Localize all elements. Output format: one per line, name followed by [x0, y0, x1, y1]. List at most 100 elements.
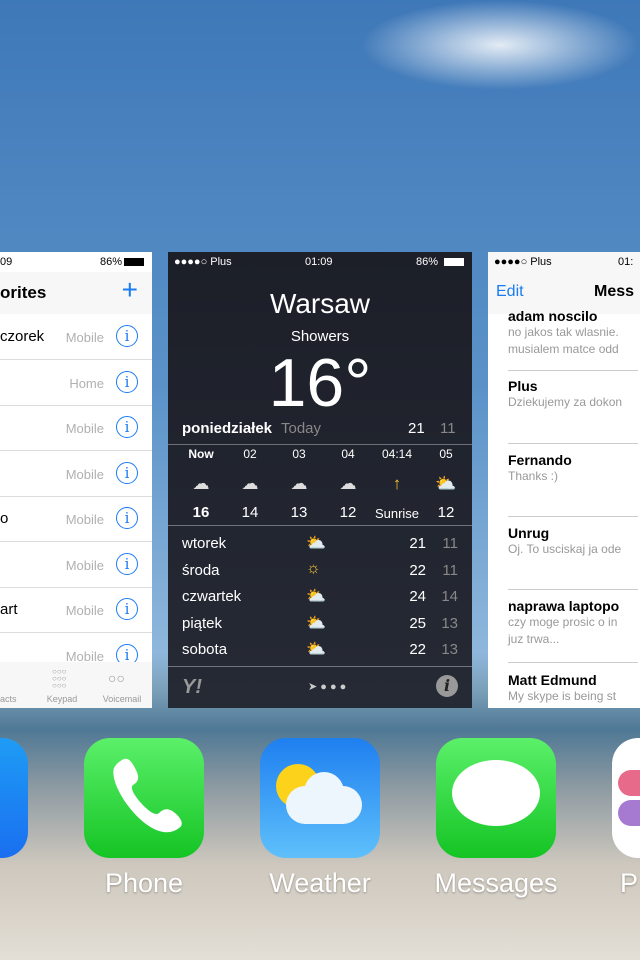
partly-cloudy-night-icon: ☁ — [290, 474, 308, 493]
sender-name: Unrug — [508, 525, 550, 541]
tab-voicemail[interactable]: Voicemail ○○ — [92, 662, 152, 708]
hour-temp: Sunrise — [374, 506, 420, 521]
edit-button[interactable]: Edit — [496, 283, 524, 301]
sky-cloud — [360, 0, 640, 90]
today-high: 21 — [408, 420, 425, 437]
info-icon[interactable]: i — [116, 598, 138, 620]
phone-handset-icon — [113, 758, 182, 833]
battery-percent: 86% — [415, 256, 438, 268]
hour-label: 04:14 — [381, 447, 413, 461]
messages-app-card[interactable]: ●●●●○ Plus 01: Edit Mess adam noscilo no … — [488, 252, 640, 708]
keypad-icon: ○○○ ○○○ ○○○ — [52, 667, 67, 690]
divider — [508, 589, 638, 590]
partly-sunny-icon: ⛅ — [306, 614, 326, 632]
favorite-row[interactable]: Home i — [0, 360, 152, 406]
city-name: Warsaw — [269, 288, 371, 319]
phone-app-card[interactable]: 09 86% orites + czorek Mobile i Home i Mobile… — [0, 252, 152, 708]
day-name: sobota — [182, 641, 228, 658]
info-icon[interactable]: i — [116, 507, 138, 529]
sunny-icon: ☼ — [306, 559, 321, 577]
sender-name: naprawa laptopo — [508, 598, 620, 614]
hour-temp: 12 — [437, 504, 455, 521]
day-high: 21 — [409, 535, 426, 552]
status-time: 01:09 — [305, 256, 333, 268]
message-preview: My skype is being st — [508, 689, 617, 703]
photos-app-label: P — [620, 868, 639, 898]
day-name: piątek — [182, 614, 223, 632]
today-low: 11 — [440, 420, 456, 437]
message-thread[interactable]: Unrug Oj. To usciskaj ja ode — [508, 525, 638, 558]
messages-app-icon[interactable] — [436, 738, 556, 858]
info-icon[interactable]: i — [116, 552, 138, 575]
page-title: orites — [0, 283, 47, 302]
info-icon[interactable]: i — [116, 461, 138, 484]
divider — [508, 370, 638, 371]
favorite-row[interactable]: o Mobile i — [0, 496, 152, 542]
info-button[interactable]: i — [436, 675, 458, 697]
phone-type: Mobile — [65, 421, 104, 436]
add-favorite-button[interactable]: + — [122, 274, 138, 306]
info-icon[interactable]: i — [116, 370, 138, 393]
message-thread[interactable]: adam noscilo no jakos tak wlasnie. musiale… — [508, 308, 638, 358]
divider — [168, 444, 472, 445]
photos-app-icon[interactable] — [612, 738, 640, 858]
contact-name: art — [0, 601, 18, 618]
sender-name: adam noscilo — [508, 308, 598, 324]
info-icon[interactable]: i — [116, 416, 138, 438]
status-time: 09 — [0, 256, 13, 268]
voicemail-icon: ○○ — [108, 670, 125, 686]
weather-app-card[interactable]: ●●●●○ Plus 01:09 86% Warsaw Showers 16° … — [168, 252, 472, 708]
yahoo-logo[interactable]: Y! — [182, 676, 202, 699]
sender-name: Matt Edmund — [508, 672, 597, 688]
tab-keypad[interactable]: Keypad ○○○ ○○○ ○○○ — [32, 662, 92, 708]
divider — [168, 525, 472, 526]
phone-type: Mobile — [65, 603, 104, 618]
sender-name: Fernando — [508, 452, 572, 468]
rain-cloud-icon: ☁ — [192, 474, 210, 493]
mail-app-icon[interactable] — [0, 738, 28, 858]
partly-sunny-icon: ⛅ — [306, 535, 326, 552]
hour-label: 02 — [243, 447, 257, 461]
message-preview: musialem matce odd — [508, 342, 619, 356]
tab-label: Keypad — [46, 694, 78, 704]
battery-percent: 86% — [99, 256, 122, 268]
day-high: 24 — [409, 588, 426, 605]
favorite-row[interactable]: czorek Mobile i — [0, 314, 152, 360]
hour-temp: 12 — [339, 504, 357, 521]
weather-app-icon[interactable] — [260, 738, 380, 858]
speech-bubble-icon — [452, 760, 540, 826]
cloud-icon-puff — [304, 772, 344, 812]
divider — [168, 666, 472, 667]
phone-type: Mobile — [65, 557, 104, 573]
favorite-row[interactable]: art Mobile i — [0, 587, 152, 633]
message-thread[interactable]: Fernando Thanks :) — [508, 452, 638, 485]
favorite-row[interactable]: Mobile i — [0, 451, 152, 497]
partly-sunny-icon: ⛅ — [306, 641, 326, 658]
tab-contacts[interactable]: acts — [0, 662, 32, 708]
partly-cloudy-night-icon: ☁ — [339, 474, 357, 493]
phone-app-icon[interactable] — [84, 738, 204, 858]
info-icon[interactable]: i — [116, 325, 138, 347]
day-low: 11 — [442, 535, 458, 552]
tab-label: Voicemail — [102, 694, 142, 704]
page-indicator[interactable]: ➤ ● ● ● — [308, 680, 346, 693]
message-thread[interactable]: Matt Edmund My skype is being st — [508, 672, 638, 705]
page-title: Mess — [594, 283, 635, 300]
divider — [508, 443, 638, 444]
messages-app-label: Messages — [434, 868, 558, 898]
message-thread[interactable]: Plus Dziekujemy za dokon — [508, 378, 638, 411]
day-name: wtorek — [182, 535, 227, 552]
day-low: 11 — [442, 561, 458, 579]
message-thread[interactable]: naprawa laptopo czy moge prosic o in juz t… — [508, 598, 638, 648]
partly-sunny-icon: ⛅ — [306, 588, 326, 605]
favorite-row[interactable]: Mobile i — [0, 542, 152, 588]
hour-temp: 13 — [290, 504, 308, 521]
favorite-row[interactable]: Mobile i — [0, 405, 152, 451]
phone-type: Home — [69, 375, 104, 391]
hour-temp: 16 — [192, 504, 210, 521]
day-high: 22 — [409, 561, 426, 579]
phone-app-label: Phone — [104, 868, 184, 898]
phone-type: Mobile — [65, 466, 104, 482]
carrier: ●●●●○ Plus — [174, 256, 232, 268]
day-high: 22 — [409, 641, 426, 658]
